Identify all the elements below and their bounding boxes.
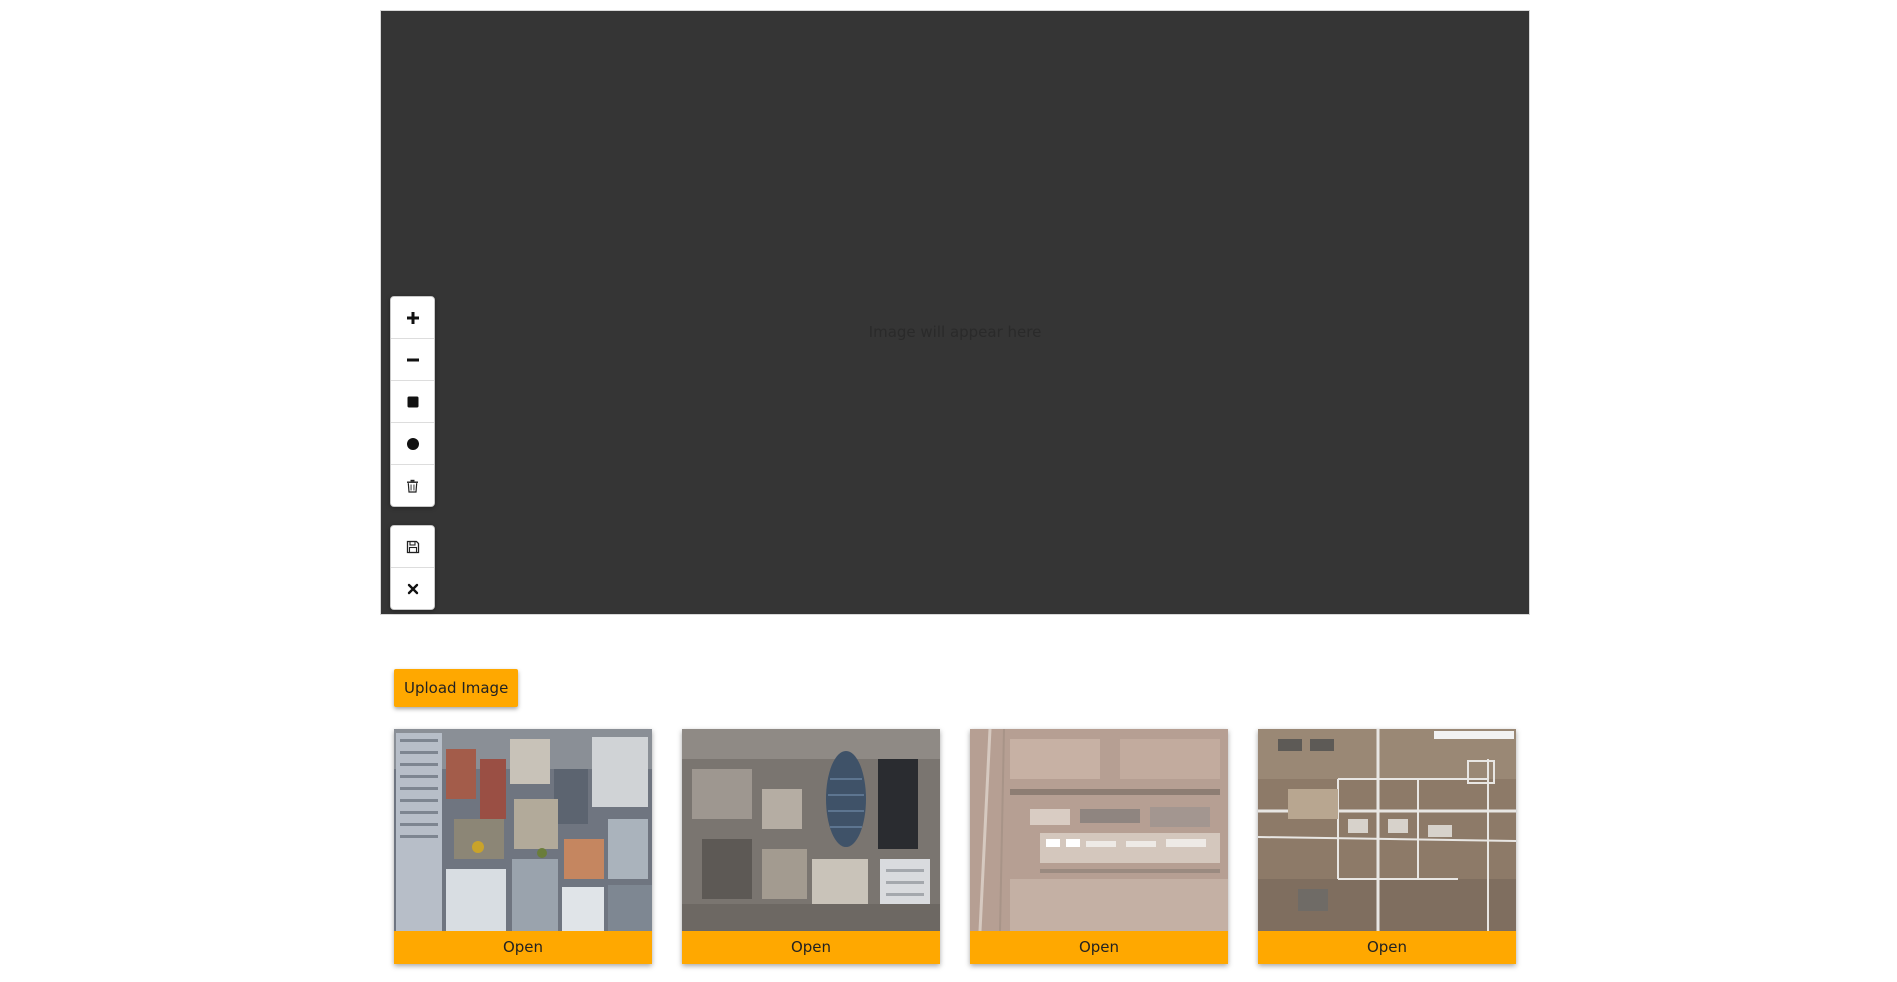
satellite-map-thumbnail[interactable] (1258, 729, 1516, 931)
gallery-card: Open (394, 729, 652, 964)
square-icon (407, 396, 418, 407)
gallery-card: Open (970, 729, 1228, 964)
circle-icon (406, 437, 419, 450)
gallery-card: Open (1258, 729, 1516, 964)
zoom-out-button[interactable] (391, 339, 434, 381)
save-button[interactable] (391, 526, 434, 568)
open-button[interactable]: Open (970, 931, 1228, 964)
zoom-in-button[interactable] (391, 297, 434, 339)
close-icon (407, 583, 418, 594)
gallery-card: Open (682, 729, 940, 964)
draw-circle-button[interactable] (391, 423, 434, 465)
upload-image-button[interactable]: Upload Image (394, 669, 519, 707)
aerial-gherkin-thumbnail[interactable] (682, 729, 940, 931)
image-gallery: Open Open Open Open (394, 729, 1516, 964)
delete-button[interactable] (391, 465, 434, 506)
open-button[interactable]: Open (1258, 931, 1516, 964)
open-button[interactable]: Open (682, 931, 940, 964)
draw-rectangle-button[interactable] (391, 381, 434, 423)
draw-toolbar (390, 296, 435, 507)
viewer-placeholder-text: Image will appear here (868, 323, 1042, 341)
aerial-city-thumbnail[interactable] (394, 729, 652, 931)
trash-icon (407, 479, 418, 493)
file-toolbar (390, 525, 435, 610)
save-icon (406, 540, 419, 553)
close-viewer-button[interactable] (391, 568, 434, 609)
plus-icon (406, 311, 419, 324)
image-viewer[interactable]: Image will appear here (380, 10, 1530, 615)
open-button[interactable]: Open (394, 931, 652, 964)
minus-icon (406, 358, 419, 361)
satellite-desert-thumbnail[interactable] (970, 729, 1228, 931)
